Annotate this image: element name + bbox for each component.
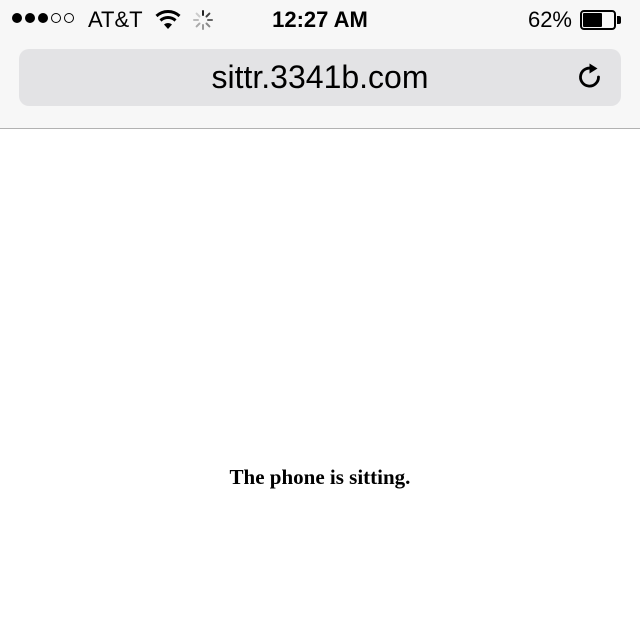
page-message: The phone is sitting. [229,465,411,489]
page-content: The phone is sitting. [0,129,640,640]
status-bar: AT&T 12:27 AM 62% [0,0,640,40]
browser-chrome: AT&T 12:27 AM 62% sittr.3341b.com [0,0,640,129]
battery-icon [580,10,622,30]
address-bar[interactable]: sittr.3341b.com [19,49,621,106]
battery-percentage: 62% [527,7,572,32]
url-text[interactable]: sittr.3341b.com [19,49,621,106]
battery-level-fill [583,13,602,27]
reload-icon[interactable] [575,62,605,92]
